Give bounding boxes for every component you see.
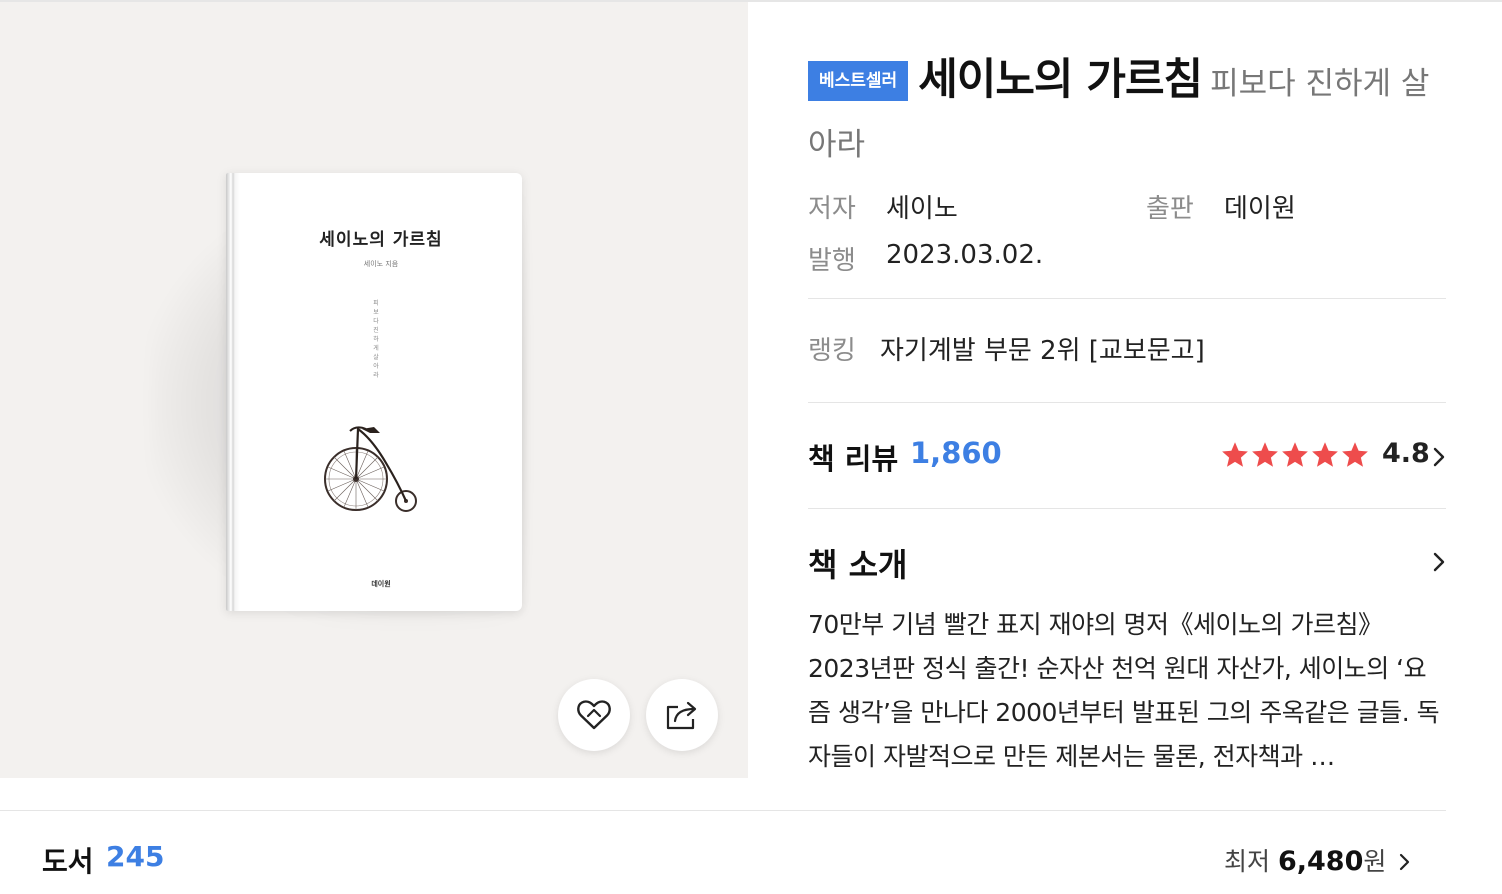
cover-image-panel: 세이노의 가르침 세이노 지음 피보다 진하게 살아라 데이원 [0, 2, 748, 778]
divider [808, 402, 1446, 403]
books-label: 도서 [42, 845, 94, 878]
penny-farthing-illustration [324, 426, 417, 512]
chevron-right-icon[interactable] [1432, 551, 1446, 573]
title-block: 베스트셀러 세이노의 가르침 피보다 진하게 살아라 [808, 52, 1448, 178]
share-icon [666, 701, 697, 730]
review-label[interactable]: 책 리뷰 [808, 436, 898, 478]
star-icon [1222, 442, 1248, 467]
ranking-value[interactable]: 자기계발 부문 2위 [교보문고] [880, 330, 1205, 367]
lowest-price-link[interactable]: 최저 6,480원 [1224, 842, 1410, 878]
book-cover-author: 세이노 지음 [363, 260, 399, 268]
star-icon [1282, 442, 1308, 467]
heart-icon [577, 700, 611, 730]
chevron-right-icon [1400, 853, 1410, 871]
book-title: 세이노의 가르침 [918, 55, 1203, 105]
star-icon [1312, 442, 1338, 467]
author-label: 저자 [808, 194, 856, 224]
review-count[interactable]: 1,860 [910, 436, 1002, 470]
divider [808, 298, 1446, 299]
book-cover-title: 세이노의 가르침 [319, 230, 443, 250]
intro-label[interactable]: 책 소개 [808, 540, 907, 586]
book-cover-vertical-text: 피보다 진하게 살아라 [373, 300, 379, 379]
date-value: 2023.03.02. [886, 240, 1044, 270]
bottom-divider [0, 810, 1446, 811]
rating-value[interactable]: 4.8 [1382, 438, 1430, 469]
price-unit: 원 [1363, 847, 1387, 876]
date-label: 발행 [808, 246, 856, 276]
rating-stars [1220, 440, 1370, 470]
publisher-value[interactable]: 데이원 [1224, 188, 1296, 225]
book-cover-publisher: 데이원 [371, 580, 391, 588]
book-cover[interactable]: 세이노의 가르침 세이노 지음 피보다 진하게 살아라 데이원 [226, 173, 522, 611]
ranking-label: 랭킹 [808, 336, 856, 366]
divider [808, 508, 1446, 509]
chevron-right-icon[interactable] [1432, 446, 1446, 468]
price-value: 6,480 [1277, 846, 1364, 877]
bestseller-badge: 베스트셀러 [808, 61, 909, 101]
price-prefix: 최저 [1224, 847, 1271, 876]
star-icon [1252, 442, 1278, 467]
like-button[interactable] [558, 679, 630, 751]
share-button[interactable] [646, 679, 718, 751]
author-value[interactable]: 세이노 [886, 188, 958, 225]
star-icon [1342, 442, 1368, 467]
books-count: 245 [106, 840, 165, 873]
publisher-label: 출판 [1146, 194, 1194, 224]
intro-text: 70만부 기념 빨간 표지 재야의 명저《세이노의 가르침》2023년판 정식 … [808, 610, 1440, 771]
